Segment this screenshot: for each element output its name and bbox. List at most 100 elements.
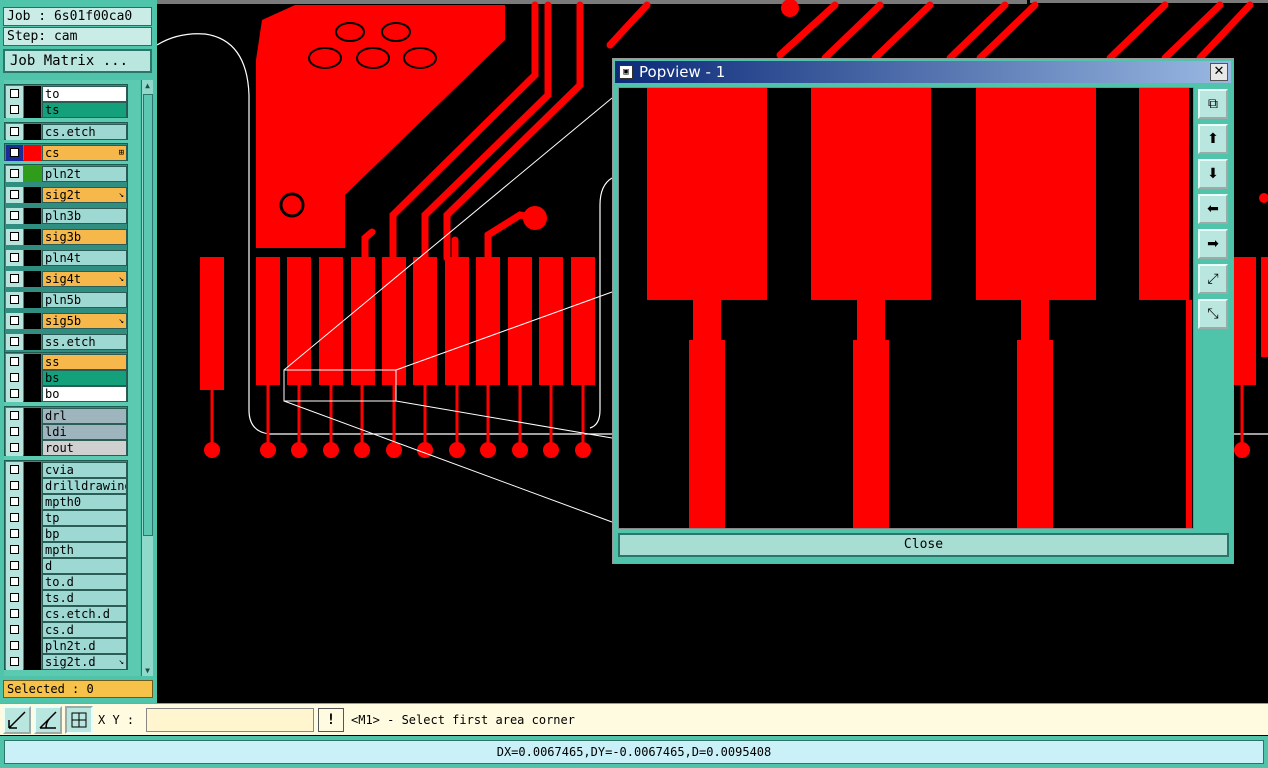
layer-name[interactable]: ts.d: [42, 590, 127, 606]
layer-name[interactable]: sig4t ↘: [42, 271, 127, 287]
layer-color-swatch[interactable]: [24, 424, 41, 440]
zoom-in-button[interactable]: ⤢: [1198, 264, 1228, 294]
layer-checkbox[interactable]: [6, 590, 23, 606]
layer-color-swatch[interactable]: [24, 313, 41, 329]
layer-checkbox[interactable]: [6, 166, 23, 182]
layer-name[interactable]: to.d: [42, 574, 127, 590]
layer-checkbox[interactable]: [6, 145, 23, 161]
layer-checkbox[interactable]: [6, 510, 23, 526]
layer-checkbox[interactable]: [6, 208, 23, 224]
layer-checkbox[interactable]: [6, 638, 23, 654]
layer-row[interactable]: sig2t.d ↘: [5, 654, 127, 670]
layer-name[interactable]: cs.etch: [42, 124, 127, 140]
zoom-out-button[interactable]: ⤡: [1198, 299, 1228, 329]
pan-left-button[interactable]: ⬅: [1198, 194, 1228, 224]
popview-zoom-view[interactable]: [618, 87, 1194, 529]
layer-color-swatch[interactable]: [24, 208, 41, 224]
layer-checkbox[interactable]: [6, 370, 23, 386]
grid-snap-button[interactable]: [65, 706, 93, 734]
layer-checkbox[interactable]: [6, 334, 23, 350]
layer-color-swatch[interactable]: [24, 558, 41, 574]
layer-checkbox[interactable]: [6, 542, 23, 558]
pan-right-button[interactable]: ➡: [1198, 229, 1228, 259]
layer-color-swatch[interactable]: [24, 102, 41, 118]
layer-row[interactable]: mpth: [5, 542, 127, 558]
layer-row[interactable]: cs.etch.d: [5, 606, 127, 622]
layer-row[interactable]: to.d: [5, 574, 127, 590]
layer-row[interactable]: bs: [5, 370, 127, 386]
layer-row[interactable]: d: [5, 558, 127, 574]
scroll-down-icon[interactable]: ▼: [142, 665, 153, 676]
layer-row[interactable]: sig4t ↘: [5, 271, 127, 287]
layer-color-swatch[interactable]: [24, 510, 41, 526]
layer-color-swatch[interactable]: [24, 574, 41, 590]
layer-color-swatch[interactable]: [24, 542, 41, 558]
xy-input[interactable]: [146, 708, 314, 732]
layer-name[interactable]: mpth: [42, 542, 127, 558]
layer-color-swatch[interactable]: [24, 386, 41, 402]
layer-checkbox[interactable]: [6, 292, 23, 308]
layer-name[interactable]: rout: [42, 440, 127, 456]
layer-checkbox[interactable]: [6, 187, 23, 203]
layer-name[interactable]: cs.etch.d: [42, 606, 127, 622]
layer-color-swatch[interactable]: [24, 654, 41, 670]
layer-checkbox[interactable]: [6, 622, 23, 638]
layer-name[interactable]: pln3b: [42, 208, 127, 224]
layer-name[interactable]: sig3b: [42, 229, 127, 245]
layer-checkbox[interactable]: [6, 558, 23, 574]
layer-checkbox[interactable]: [6, 424, 23, 440]
measure-tool-button[interactable]: [3, 706, 31, 734]
layer-row[interactable]: bp: [5, 526, 127, 542]
layer-color-swatch[interactable]: [24, 354, 41, 370]
popview-window[interactable]: ▣ Popview - 1 ✕ ⧉ ⬆ ⬇ ⬅ ➡ ⤢ ⤡ Close: [612, 58, 1234, 564]
layer-name[interactable]: mpth0: [42, 494, 127, 510]
layer-checkbox[interactable]: [6, 313, 23, 329]
layer-color-swatch[interactable]: [24, 229, 41, 245]
layer-row[interactable]: sig5b ↘: [5, 313, 127, 329]
layer-row[interactable]: sig2t ↘: [5, 187, 127, 203]
layer-checkbox[interactable]: [6, 574, 23, 590]
layer-checkbox[interactable]: [6, 462, 23, 478]
layer-row[interactable]: cs.etch: [5, 124, 127, 140]
layer-name[interactable]: ss.etch: [42, 334, 127, 350]
layer-row[interactable]: cs.d: [5, 622, 127, 638]
layer-color-swatch[interactable]: [24, 590, 41, 606]
layer-name[interactable]: ss: [42, 354, 127, 370]
layer-row[interactable]: ldi: [5, 424, 127, 440]
layer-name[interactable]: sig2t.d ↘: [42, 654, 127, 670]
pan-down-button[interactable]: ⬇: [1198, 159, 1228, 189]
layer-name[interactable]: tp: [42, 510, 127, 526]
layer-row[interactable]: drl: [5, 408, 127, 424]
layer-checkbox[interactable]: [6, 408, 23, 424]
layer-name[interactable]: bp: [42, 526, 127, 542]
scroll-thumb[interactable]: [143, 94, 153, 536]
layer-row[interactable]: ss: [5, 354, 127, 370]
layer-row[interactable]: cvia: [5, 462, 127, 478]
layer-checkbox[interactable]: [6, 354, 23, 370]
layer-row[interactable]: pln3b: [5, 208, 127, 224]
layer-checkbox[interactable]: [6, 494, 23, 510]
layer-row[interactable]: pln2t.d: [5, 638, 127, 654]
layer-row[interactable]: bo: [5, 386, 127, 402]
layer-color-swatch[interactable]: [24, 408, 41, 424]
scroll-up-icon[interactable]: ▲: [142, 80, 153, 91]
layer-color-swatch[interactable]: [24, 145, 41, 161]
layer-color-swatch[interactable]: [24, 606, 41, 622]
layer-checkbox[interactable]: [6, 250, 23, 266]
exclaim-button[interactable]: !: [318, 708, 344, 732]
layer-color-swatch[interactable]: [24, 638, 41, 654]
layer-row[interactable]: to: [5, 86, 127, 102]
layer-name[interactable]: to: [42, 86, 127, 102]
layer-checkbox[interactable]: [6, 124, 23, 140]
layer-row[interactable]: rout: [5, 440, 127, 456]
layer-color-swatch[interactable]: [24, 370, 41, 386]
close-icon[interactable]: ✕: [1210, 63, 1228, 81]
layer-color-swatch[interactable]: [24, 187, 41, 203]
layer-checkbox[interactable]: [6, 654, 23, 670]
layer-checkbox[interactable]: [6, 102, 23, 118]
layer-color-swatch[interactable]: [24, 124, 41, 140]
layer-checkbox[interactable]: [6, 440, 23, 456]
layer-name[interactable]: cs ⊞: [42, 145, 127, 161]
layer-name[interactable]: cs.d: [42, 622, 127, 638]
layer-row[interactable]: ss.etch: [5, 334, 127, 350]
